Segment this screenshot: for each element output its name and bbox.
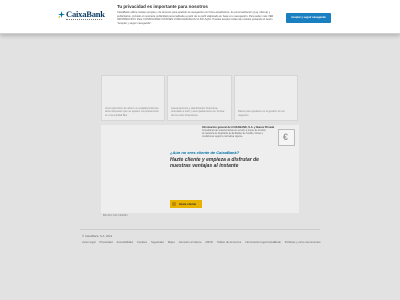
card-savings-text: Una Instrucción de ahorro en establecimi… — [105, 107, 160, 117]
footer-link[interactable]: Información legal CaixaBank — [245, 240, 281, 244]
footer-link[interactable]: Mapa — [168, 240, 175, 244]
promo-question: ¿Aún no eres cliente de CaixaBank? — [170, 150, 240, 155]
footer-link[interactable]: Privacidad — [99, 240, 112, 244]
footer-link[interactable]: Aviso legal — [82, 240, 95, 244]
promo-headline: Hazte cliente y empieza a disfrutar de n… — [170, 157, 259, 169]
card-savings[interactable]: Una Instrucción de ahorro en establecimi… — [101, 75, 165, 121]
accept-cookies-button[interactable]: Aceptar y seguir navegando — [286, 13, 331, 23]
caixabank-logo: CaixaBank — [58, 9, 105, 22]
privacy-banner: CaixaBank Tu privacidad es importante pa… — [0, 0, 400, 34]
footer-links: Aviso legal Privacidad Accesibilidad Coo… — [82, 240, 321, 244]
card-advice-text: Asesoramiento y planificación financiera… — [171, 107, 225, 117]
footer-link[interactable]: Cookies — [137, 240, 147, 244]
user-icon — [172, 202, 176, 206]
footer-link[interactable]: Seguridad — [151, 240, 164, 244]
privacy-title: Tu privacidad es importante para nosotro… — [117, 4, 208, 9]
brand-name: CaixaBank — [66, 9, 105, 19]
info-text: Consúltanos las características de servi… — [202, 130, 266, 138]
card-business[interactable]: Datos para quedarte en la gestión de los… — [234, 75, 298, 121]
star-logo-icon — [58, 11, 65, 18]
divider — [80, 229, 320, 230]
become-client-button[interactable]: Hazte cliente — [170, 200, 202, 208]
card-advice[interactable]: Asesoramiento y planificación financiera… — [167, 75, 232, 121]
footer-link[interactable]: MiFID — [205, 240, 212, 244]
guarantee-badge-icon: € — [278, 129, 295, 146]
deposit-guarantee-info: Información general de CAIXABANK, S.A. y… — [202, 126, 295, 149]
footer-link[interactable]: Políticas y otros documentos — [285, 240, 321, 244]
privacy-text: CaixaBank utiliza cookies propias y de t… — [117, 11, 274, 25]
card-business-text: Datos para quedarte en la gestión de los… — [238, 110, 285, 117]
copyright: © CaixaBank, S.A. 2021 — [82, 234, 113, 238]
info-title: Información general de CAIXABANK, S.A. y… — [202, 126, 275, 129]
footer-link[interactable]: Accesibilidad — [117, 240, 133, 244]
footer-link[interactable]: Tablón de Anuncios — [217, 240, 241, 244]
become-client-label: Hazte cliente — [179, 202, 197, 206]
footer-link[interactable]: Atención al cliente — [179, 240, 202, 244]
logo-underline — [66, 19, 102, 20]
legal-code: BG 012 1.02 12/2021 — [103, 214, 128, 217]
